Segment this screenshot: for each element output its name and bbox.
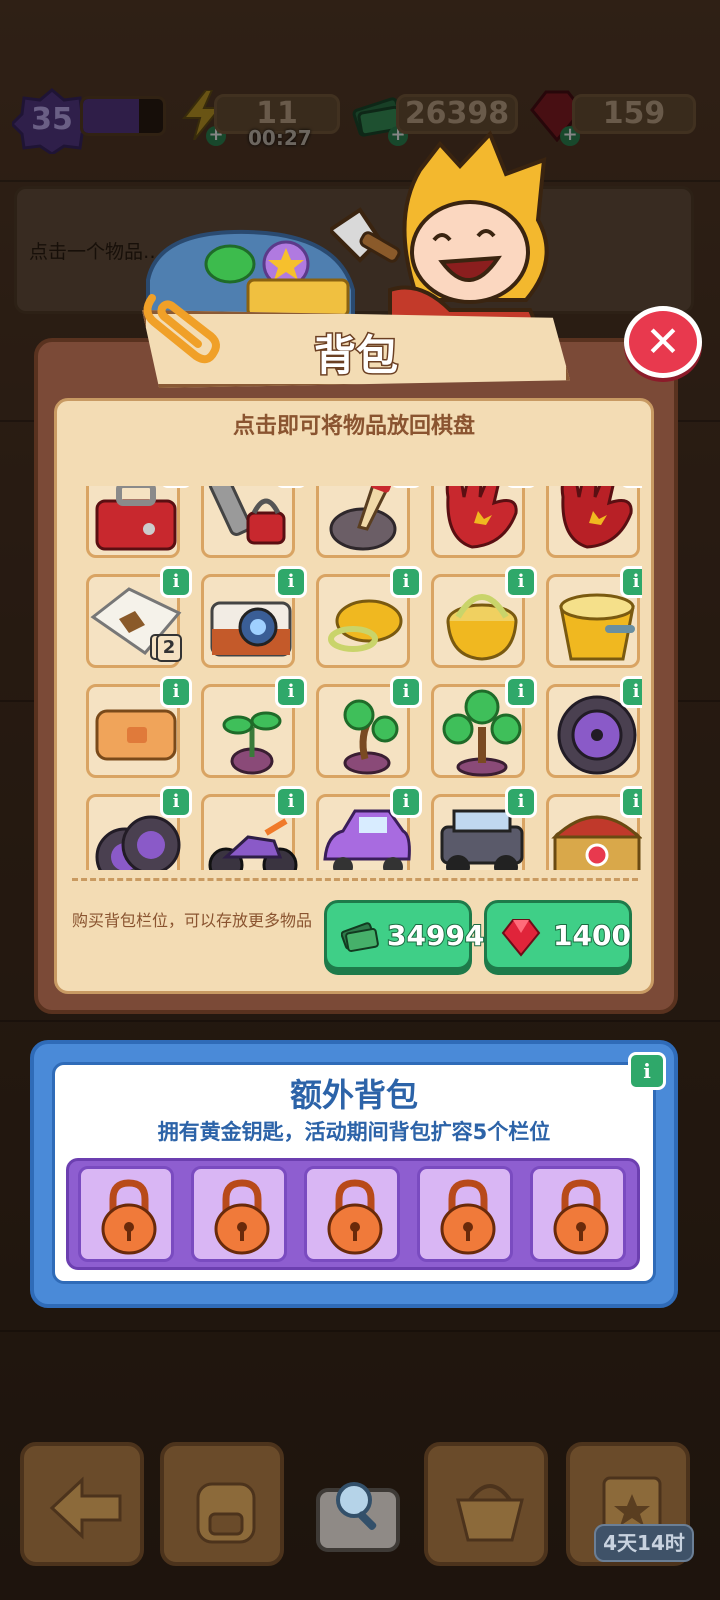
paperclip-icon [143, 294, 220, 364]
item-info-button[interactable]: i [160, 566, 192, 598]
locked-slot[interactable] [417, 1166, 513, 1262]
close-button[interactable]: ✕ [624, 306, 702, 378]
locked-slot[interactable] [78, 1166, 174, 1262]
backpack-item-slot[interactable] [316, 486, 410, 558]
item-info-button[interactable]: i [160, 676, 192, 708]
locked-slot[interactable] [530, 1166, 626, 1262]
backpack-item-slot[interactable] [546, 486, 640, 558]
extra-backpack-subtitle: 拥有黄金钥匙，活动期间背包扩容5个栏位 [157, 1120, 551, 1144]
extra-backpack-title: 额外背包 [289, 1076, 418, 1114]
backpack-item-slot[interactable] [86, 486, 180, 558]
backpack-item-slot[interactable] [201, 486, 295, 558]
basket-icon [456, 1484, 524, 1542]
backpack-instruction: 点击即可将物品放回棋盘 [232, 414, 475, 439]
cash-price: 34994 [386, 918, 485, 953]
item-info-button[interactable]: i [505, 566, 537, 598]
padlock-icon [327, 1179, 383, 1255]
item-info-button[interactable]: i [275, 566, 307, 598]
cash-icon [341, 922, 379, 952]
item-info-button[interactable]: i [390, 486, 422, 488]
item-info-button[interactable]: i [505, 786, 537, 818]
red-gloves-icon [560, 486, 633, 549]
item-info-button[interactable]: i [160, 486, 192, 488]
divider [72, 878, 638, 881]
locked-slot[interactable] [191, 1166, 287, 1262]
red-toolbox-icon [95, 486, 177, 551]
red-gem-icon [501, 919, 541, 957]
search-chest-icon[interactable] [308, 1460, 408, 1560]
item-info-button[interactable]: i [620, 566, 642, 598]
item-info-button[interactable]: i [275, 676, 307, 708]
padlock-icon [101, 1179, 157, 1255]
item-info-button[interactable]: i [390, 566, 422, 598]
item-info-button[interactable]: i [620, 786, 642, 818]
locked-slot[interactable] [304, 1166, 400, 1262]
item-level-badge: 2 [156, 634, 182, 662]
backpack-item-slot[interactable] [431, 486, 525, 558]
item-info-button[interactable]: i [505, 676, 537, 708]
padlock-chain-icon [208, 486, 286, 545]
item-info-button[interactable]: i [390, 786, 422, 818]
item-info-button[interactable]: i [620, 676, 642, 708]
padlock-icon [553, 1179, 609, 1255]
buy-slots-text: 购买背包栏位，可以存放更多物品 [72, 911, 313, 930]
backpack-nav-button[interactable] [160, 1442, 284, 1566]
item-info-button[interactable]: i [160, 786, 192, 818]
close-icon: ✕ [645, 317, 681, 366]
shop-basket-button[interactable] [424, 1442, 548, 1566]
gem-price: 1400 [552, 918, 632, 953]
buy-with-cash-button[interactable]: 34994 [324, 900, 485, 970]
trowel-icon [329, 486, 397, 551]
padlock-icon [214, 1179, 270, 1255]
arrow-left-icon [49, 1476, 122, 1540]
backpack-icon [196, 1482, 256, 1544]
backpack-item-grid: iiiii2iiiiiiiiiiiiiii [86, 486, 642, 870]
item-info-button[interactable]: i [505, 486, 537, 488]
event-timer: 4天14时 [594, 1524, 694, 1562]
back-button[interactable] [20, 1442, 144, 1566]
red-glove-icon [445, 486, 518, 549]
padlock-icon [440, 1179, 496, 1255]
item-info-button[interactable]: i [275, 486, 307, 488]
buy-with-gems-button[interactable]: 1400 [484, 900, 632, 970]
item-info-button[interactable]: i [390, 676, 422, 708]
item-info-button[interactable]: i [275, 786, 307, 818]
